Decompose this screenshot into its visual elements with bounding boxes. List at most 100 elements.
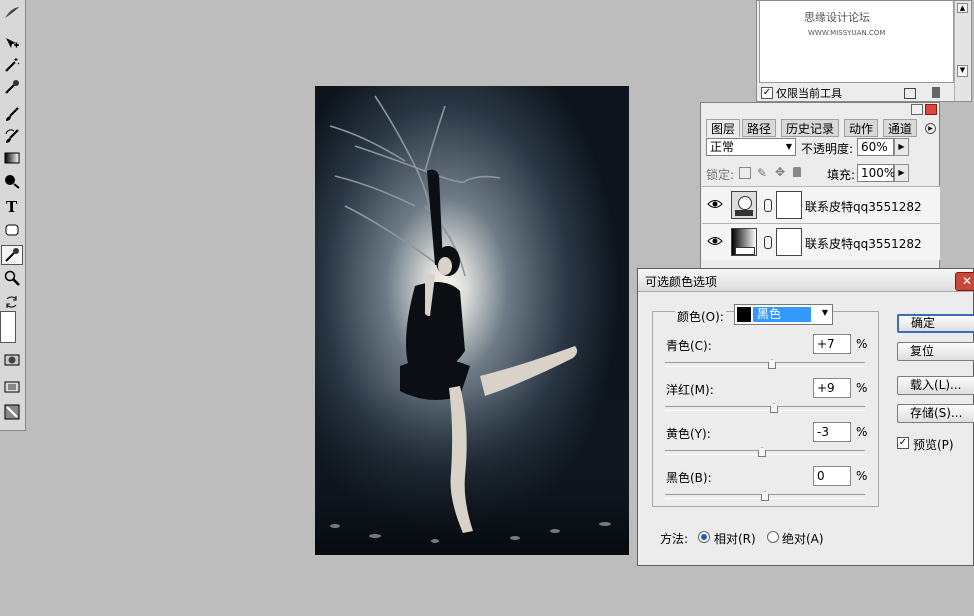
yellow-slider-thumb[interactable]: [758, 447, 766, 457]
chevron-down-icon: ▼: [821, 308, 828, 317]
image-canvas[interactable]: [315, 86, 629, 555]
close-panel-button[interactable]: [925, 104, 937, 115]
lock-move-icon[interactable]: ✥: [775, 165, 785, 179]
cyan-unit: %: [856, 337, 868, 351]
brush-icon[interactable]: [1, 104, 23, 124]
layer-name: 联系皮特qq3551282: [805, 237, 922, 251]
eyedropper-tool-selected-icon[interactable]: [1, 245, 23, 265]
layer-row[interactable]: 联系皮特qq3551282: [702, 223, 940, 260]
yellow-unit: %: [856, 425, 868, 439]
dialog-titlebar[interactable]: 可选颜色选项: [638, 269, 973, 292]
blend-mode-select[interactable]: 正常 ▼: [706, 138, 796, 156]
eyedropper-icon[interactable]: [1, 77, 23, 97]
ok-button[interactable]: 确定: [897, 314, 974, 333]
black-slider-thumb[interactable]: [761, 491, 769, 501]
current-tool-only-checkbox[interactable]: ✓: [761, 87, 773, 99]
magenta-unit: %: [856, 381, 868, 395]
color-select[interactable]: 黑色 ▼: [734, 304, 833, 325]
quick-mask-icon[interactable]: [1, 350, 23, 370]
cyan-slider-track[interactable]: [665, 362, 865, 367]
preview-checkbox[interactable]: ✓: [897, 437, 909, 449]
magenta-slider-track[interactable]: [665, 406, 865, 411]
save-button[interactable]: 存储(S)...: [897, 404, 974, 423]
magenta-label: 洋红(M):: [666, 383, 714, 397]
fill-arrow-button[interactable]: ▶: [894, 164, 909, 182]
tab-layers[interactable]: 图层: [706, 119, 741, 137]
mask-thumbnail[interactable]: [776, 191, 802, 219]
new-preset-icon[interactable]: [904, 88, 916, 99]
gradient-map-thumbnail: [731, 228, 757, 256]
type-tool-icon[interactable]: T: [1, 196, 23, 216]
mask-thumbnail[interactable]: [776, 228, 802, 256]
layer-row[interactable]: 联系皮特qq3551282: [702, 186, 940, 223]
current-tool-only-label: 仅限当前工具: [776, 87, 842, 100]
opacity-label: 不透明度:: [801, 142, 854, 156]
close-icon[interactable]: ✕: [955, 272, 974, 291]
minimize-button[interactable]: [911, 104, 923, 115]
black-label: 黑色(B):: [666, 471, 712, 485]
layer-name: 联系皮特qq3551282: [805, 200, 922, 214]
yellow-label: 黄色(Y):: [666, 427, 711, 441]
move-tool-icon[interactable]: [1, 34, 23, 54]
black-input[interactable]: 0: [813, 466, 851, 486]
layers-panel: 图层 路径 历史记录 动作 通道 ▶ 正常 ▼ 不透明度: 60% ▶ 锁定: …: [700, 102, 940, 270]
preview-label: 预览(P): [913, 438, 954, 452]
dancer-photo: [315, 86, 629, 555]
eye-icon[interactable]: [707, 197, 723, 211]
eye-icon[interactable]: [707, 234, 723, 248]
lock-label: 锁定:: [706, 168, 735, 182]
screen-mode-icon[interactable]: [1, 377, 23, 397]
method-absolute-radio[interactable]: [767, 531, 779, 543]
color-label: 颜色(O):: [675, 308, 726, 325]
shape-tool-icon[interactable]: [1, 220, 23, 240]
yellow-input[interactable]: -3: [813, 422, 851, 442]
method-label: 方法:: [660, 532, 689, 546]
selective-color-dialog: 可选颜色选项 ✕ 颜色(O): 黑色 ▼ 青色(C): +7 % 洋红(M): …: [637, 268, 974, 566]
chevron-down-icon: ▼: [785, 142, 792, 151]
color-swatch[interactable]: [0, 311, 16, 343]
history-brush-icon[interactable]: [1, 126, 23, 146]
zoom-icon[interactable]: [1, 268, 23, 288]
magenta-input[interactable]: +9: [813, 378, 851, 398]
reset-button[interactable]: 复位: [897, 342, 974, 361]
toolbox: T: [0, 0, 26, 431]
blend-mode-value: 正常: [710, 140, 735, 154]
method-relative-radio[interactable]: [698, 531, 710, 543]
dodge-icon[interactable]: [1, 171, 23, 191]
tool-presets-panel: 思缘设计论坛 WWW.MISSYUAN.COM ▲ ▼ ✓ 仅限当前工具: [756, 0, 972, 102]
adjustment-thumbnail: [731, 191, 757, 219]
load-button[interactable]: 载入(L)...: [897, 376, 974, 395]
gradient-icon[interactable]: [1, 148, 23, 168]
magic-wand-icon[interactable]: [1, 55, 23, 75]
feather-icon[interactable]: [1, 2, 23, 22]
fill-label: 填充:: [827, 168, 856, 182]
lock-transparent-icon[interactable]: [739, 167, 751, 179]
opacity-arrow-button[interactable]: ▶: [894, 138, 909, 156]
panel-menu-icon[interactable]: ▶: [925, 123, 936, 134]
lock-all-icon[interactable]: [793, 167, 801, 177]
swap-colors-icon[interactable]: [1, 292, 23, 312]
lock-brush-icon[interactable]: ✎: [757, 166, 767, 180]
watermark-text: 思缘设计论坛: [804, 11, 870, 24]
tab-history[interactable]: 历史记录: [781, 119, 840, 137]
jump-to-imageready-icon[interactable]: [1, 402, 23, 422]
color-adjust-group: 颜色(O): 黑色 ▼ 青色(C): +7 % 洋红(M): +9 % 黄色(Y…: [652, 304, 879, 507]
tab-channels[interactable]: 通道: [883, 119, 918, 137]
cyan-slider-thumb[interactable]: [768, 359, 776, 369]
tab-paths[interactable]: 路径: [742, 119, 777, 137]
tool-presets-list[interactable]: 思缘设计论坛 WWW.MISSYUAN.COM: [759, 1, 954, 83]
magenta-slider-thumb[interactable]: [770, 403, 778, 413]
color-select-value: 黑色: [753, 307, 811, 322]
watermark-url: WWW.MISSYUAN.COM: [808, 29, 886, 37]
black-unit: %: [856, 469, 868, 483]
trash-icon[interactable]: [932, 87, 940, 98]
method-relative-label: 相对(R): [714, 532, 756, 546]
color-swatch: [737, 307, 751, 322]
preset-footer: ✓ 仅限当前工具: [759, 85, 957, 101]
opacity-input[interactable]: 60%: [857, 138, 894, 156]
fill-input[interactable]: 100%: [857, 164, 895, 182]
link-icon: [764, 236, 772, 249]
tab-actions[interactable]: 动作: [844, 119, 879, 137]
link-icon: [764, 199, 772, 212]
cyan-input[interactable]: +7: [813, 334, 851, 354]
